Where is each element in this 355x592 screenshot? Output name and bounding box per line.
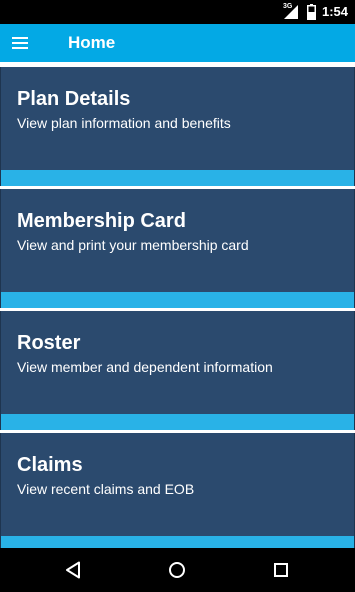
card-subtitle: View recent claims and EOB bbox=[17, 481, 195, 497]
membership-card-card[interactable]: Membership Card View and print your memb… bbox=[0, 189, 355, 308]
card-title: Roster bbox=[17, 332, 81, 354]
system-navigation-bar bbox=[0, 548, 355, 592]
app-bar: Home bbox=[0, 24, 355, 62]
card-title: Claims bbox=[17, 454, 83, 476]
recents-square-icon bbox=[274, 563, 288, 577]
card-accent-strip bbox=[1, 414, 354, 430]
hamburger-menu-icon bbox=[12, 37, 28, 49]
back-button[interactable] bbox=[59, 556, 87, 584]
card-subtitle: View and print your membership card bbox=[17, 237, 249, 253]
home-circle-icon bbox=[169, 562, 185, 578]
card-accent-strip bbox=[1, 536, 354, 548]
status-bar: 3G 1:54 bbox=[0, 0, 355, 24]
plan-details-card[interactable]: Plan Details View plan information and b… bbox=[0, 67, 355, 186]
menu-button[interactable] bbox=[6, 29, 34, 57]
card-title: Plan Details bbox=[17, 88, 131, 110]
card-subtitle: View member and dependent information bbox=[17, 359, 273, 375]
page-title: Home bbox=[68, 33, 116, 52]
roster-card[interactable]: Roster View member and dependent informa… bbox=[0, 311, 355, 430]
home-menu-list: Plan Details View plan information and b… bbox=[0, 62, 355, 548]
recents-button[interactable] bbox=[267, 556, 295, 584]
clock-time: 1:54 bbox=[322, 4, 349, 19]
back-triangle-icon bbox=[66, 561, 80, 579]
battery-icon bbox=[307, 4, 316, 20]
card-subtitle: View plan information and benefits bbox=[17, 115, 231, 131]
claims-card[interactable]: Claims View recent claims and EOB bbox=[0, 433, 355, 548]
card-accent-strip bbox=[1, 292, 354, 308]
card-accent-strip bbox=[1, 170, 354, 186]
signal-strength-icon bbox=[284, 5, 298, 19]
home-button[interactable] bbox=[163, 556, 191, 584]
card-title: Membership Card bbox=[17, 210, 186, 232]
